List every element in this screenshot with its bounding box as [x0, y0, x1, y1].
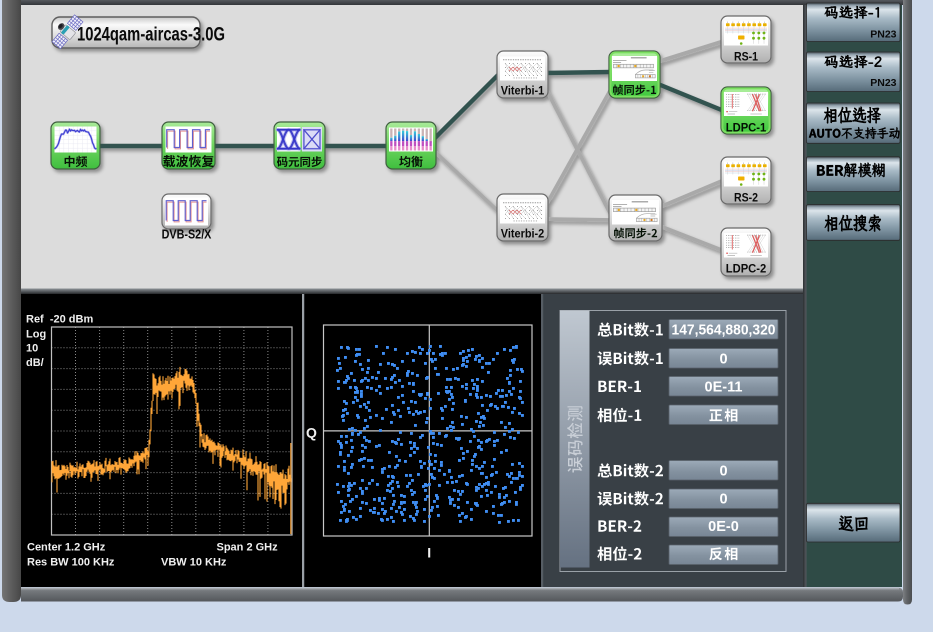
svg-text:LDPC-1: LDPC-1 [726, 121, 767, 135]
svg-text:PN23: PN23 [870, 29, 896, 41]
svg-text:LDPC-2: LDPC-2 [726, 262, 767, 276]
svg-text:10: 10 [26, 343, 38, 355]
svg-text:Viterbi-1: Viterbi-1 [501, 83, 545, 97]
svg-text:RS-1: RS-1 [734, 49, 758, 63]
svg-text:0E-0: 0E-0 [708, 519, 739, 535]
svg-text:0E-11: 0E-11 [705, 379, 743, 395]
svg-text:VBW 10 KHz: VBW 10 KHz [161, 557, 227, 569]
svg-text:RS-2: RS-2 [734, 190, 758, 204]
svg-text:Log: Log [26, 328, 46, 340]
svg-text:Q: Q [306, 424, 317, 440]
svg-text:dB/: dB/ [26, 357, 44, 369]
svg-text:0: 0 [719, 492, 727, 508]
svg-text:Viterbi-2: Viterbi-2 [501, 226, 545, 240]
svg-text:0: 0 [719, 351, 727, 367]
svg-text:0: 0 [719, 464, 727, 480]
svg-text:Center 1.2 GHz: Center 1.2 GHz [27, 542, 106, 554]
svg-text:Res BW 100 KHz: Res BW 100 KHz [27, 557, 115, 569]
svg-text:Span 2 GHz: Span 2 GHz [217, 542, 279, 554]
svg-text:I: I [427, 545, 431, 561]
svg-text:DVB-S2/X: DVB-S2/X [162, 227, 212, 242]
svg-text:1024qam-aircas-3.0G: 1024qam-aircas-3.0G [77, 25, 225, 46]
svg-text:147,564,880,320: 147,564,880,320 [672, 322, 776, 339]
svg-text:PN23: PN23 [870, 77, 896, 89]
svg-text:Ref -20 dBm: Ref -20 dBm [26, 314, 93, 326]
